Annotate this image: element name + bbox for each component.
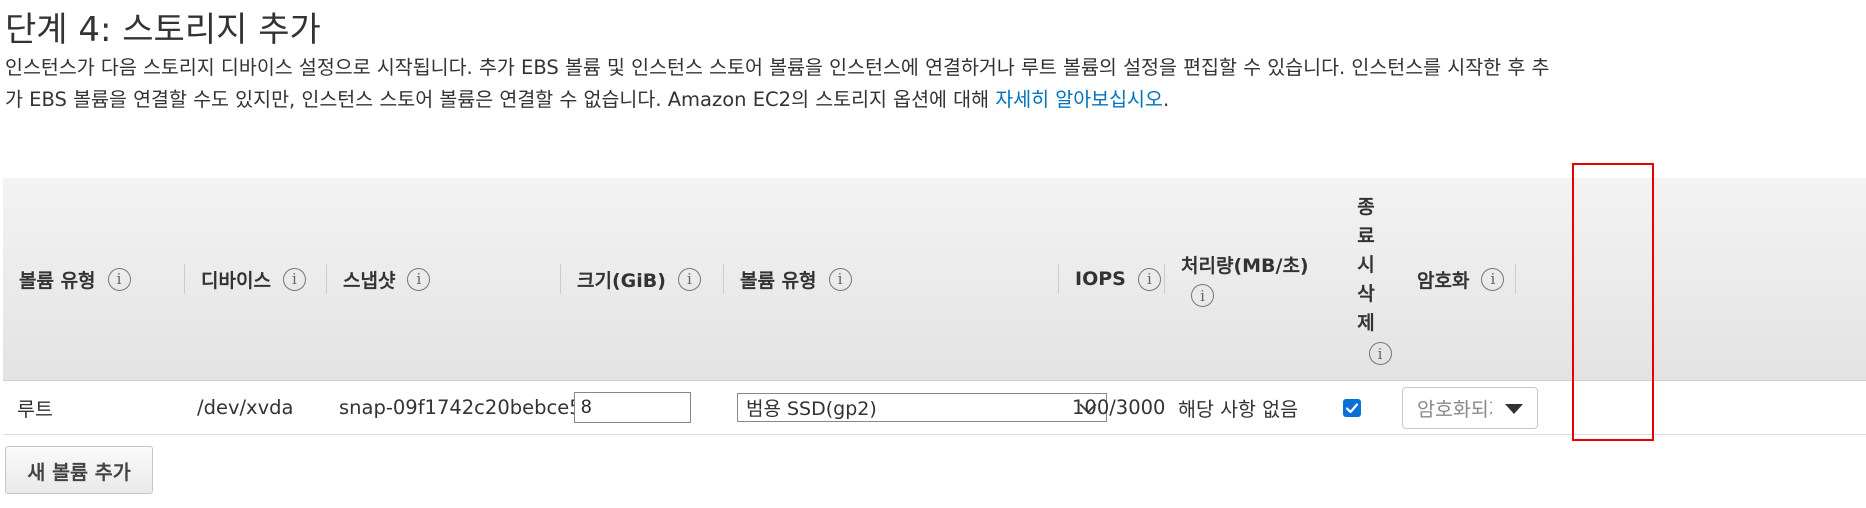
size-input[interactable]: 8 (574, 392, 691, 423)
add-storage-page: 단계 4: 스토리지 추가 인스턴스가 다음 스토리지 디바이스 설정으로 시작… (0, 0, 1866, 508)
header-size: 크기(GiB) i (561, 178, 724, 380)
cell-encryption: 암호화되지 않음 (1402, 381, 1538, 434)
delete-on-termination-checkbox[interactable] (1343, 398, 1361, 417)
info-icon[interactable]: i (1368, 342, 1392, 365)
header-volume-kind: 볼륨 유형 i (724, 178, 1059, 380)
header-iops-label: IOPS (1075, 268, 1126, 290)
cell-size: 8 (574, 381, 691, 434)
header-device: 디바이스 i (185, 178, 327, 380)
cell-delete-on-termination (1343, 381, 1361, 434)
encryption-select-value: 암호화되지 않음 (1417, 398, 1492, 421)
table-row: 루트 /dev/xvda snap-09f1742c20bebce5a 8 범용… (3, 381, 1866, 435)
storage-table: 볼륨 유형 i 디바이스 i 스냅샷 i 크기(GiB) i 볼륨 유형 i I… (3, 178, 1866, 435)
info-icon[interactable]: i (828, 267, 852, 291)
info-icon[interactable]: i (407, 267, 431, 291)
info-icon[interactable]: i (677, 267, 701, 291)
page-title: 단계 4: 스토리지 추가 (5, 10, 321, 50)
info-icon[interactable]: i (1137, 267, 1161, 291)
header-volume-kind-label: 볼륨 유형 (740, 269, 817, 292)
cell-snapshot: snap-09f1742c20bebce5a (339, 396, 594, 419)
header-size-label: 크기(GiB) (577, 269, 666, 292)
cell-volume-type: 루트 (17, 398, 53, 421)
info-icon[interactable]: i (107, 267, 131, 291)
description-trailing: . (1162, 88, 1170, 111)
table-header: 볼륨 유형 i 디바이스 i 스냅샷 i 크기(GiB) i 볼륨 유형 i I… (3, 178, 1866, 381)
header-snapshot-label: 스냅샷 (343, 269, 396, 292)
column-divider (1515, 264, 1516, 294)
volume-type-select-value: 범용 SSD(gp2) (746, 398, 877, 420)
header-delete-on-termination-label: 종료시삭제 (1357, 196, 1375, 334)
cell-volume-kind: 범용 SSD(gp2) (737, 381, 1107, 434)
info-icon[interactable]: i (1191, 284, 1214, 307)
add-new-volume-button[interactable]: 새 볼륨 추가 (5, 446, 153, 494)
header-encryption: 암호화 i (1401, 178, 1516, 380)
encryption-select[interactable]: 암호화되지 않음 (1402, 386, 1538, 429)
description-text: 인스턴스가 다음 스토리지 디바이스 설정으로 시작됩니다. 추가 EBS 볼륨… (5, 56, 1550, 111)
cell-iops: 100/3000 (1072, 396, 1166, 419)
info-icon[interactable]: i (282, 267, 306, 291)
learn-more-link[interactable]: 자세히 알아보십시오 (995, 88, 1163, 111)
dropdown-arrow-icon (1505, 403, 1523, 414)
header-encryption-label: 암호화 (1417, 269, 1470, 292)
header-throughput: 처리량(MB/초) i (1165, 178, 1331, 380)
checkmark-icon (1345, 402, 1359, 413)
cell-throughput: 해당 사항 없음 (1178, 398, 1299, 421)
info-icon[interactable]: i (1481, 267, 1505, 291)
header-iops: IOPS i (1059, 178, 1165, 380)
header-volume-type-label: 볼륨 유형 (19, 269, 96, 292)
header-delete-on-termination: 종료시삭제 i (1331, 178, 1401, 380)
volume-type-select[interactable]: 범용 SSD(gp2) (737, 393, 1107, 422)
header-snapshot: 스냅샷 i (327, 178, 561, 380)
header-volume-type: 볼륨 유형 i (3, 178, 185, 380)
cell-device: /dev/xvda (197, 396, 294, 419)
header-device-label: 디바이스 (201, 269, 271, 292)
header-throughput-label: 처리량(MB/초) (1181, 255, 1309, 277)
page-description: 인스턴스가 다음 스토리지 디바이스 설정으로 시작됩니다. 추가 EBS 볼륨… (5, 52, 1565, 116)
